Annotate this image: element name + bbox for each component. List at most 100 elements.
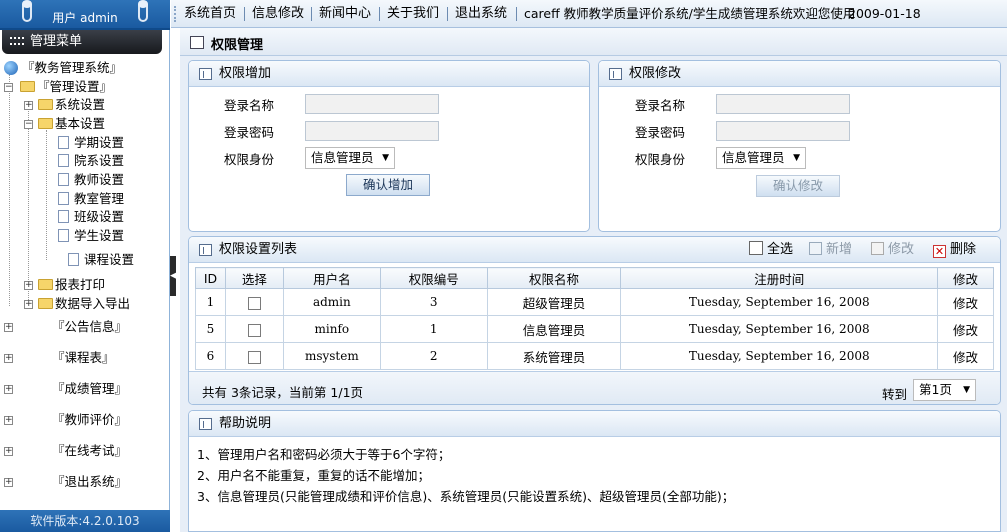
document-icon [58,229,69,242]
expand-icon[interactable]: + [4,447,13,456]
row-checkbox[interactable] [247,296,261,310]
sidebar: 用户 admin 管理菜单 『教务管理系统』 − 『管理设置』 + 系统设置 − 基本… [0,0,170,532]
divider [516,7,517,21]
expand-icon[interactable]: + [4,478,13,487]
sidebar-toggle-button[interactable]: ◀ [170,256,177,296]
cell-role: 信息管理员 [486,315,622,343]
cell-code: 2 [379,342,488,370]
expand-icon[interactable]: + [24,101,33,110]
panel-icon [199,68,212,80]
delete-button[interactable]: ✕ 删除 [933,237,976,263]
printer-icon [38,279,53,290]
divider [244,7,245,21]
edit-login-name-input[interactable] [716,94,850,114]
select-all-toggle[interactable]: 全选 [749,237,793,263]
version-label: 软件版本:4.2.0.103 [0,510,170,532]
tree-item-semester[interactable]: 学期设置 [58,134,124,152]
row-edit-link[interactable]: 修改 [937,288,994,316]
document-icon [58,192,69,205]
add-button[interactable]: 新增 [809,237,852,263]
tree-line [28,108,29,308]
pager-bar: 共有 3条记录，当前第 1/1页 转到 第1页 ▼ [189,371,1000,404]
users-icon [38,298,53,309]
menu-group-label: 『成绩管理』 [52,381,128,396]
user-label: 用户 admin [52,11,118,25]
edit-login-pwd-input[interactable] [716,121,850,141]
edit-icon [871,242,884,255]
pager-summary: 共有 3条记录，当前第 1/1页 [202,385,364,400]
add-icon [809,242,822,255]
tree-item-label: 报表打印 [55,277,106,292]
nav-logout[interactable]: 退出系统 [455,0,507,28]
collapse-icon[interactable]: − [24,120,33,129]
row-checkbox[interactable] [247,350,261,364]
date-text: 2009-01-18 [848,6,921,21]
tree-item-department[interactable]: 院系设置 [58,152,124,170]
help-panel: 帮助说明 1、管理用户名和密码必须大于等于6个字符； 2、用户名不能重复，重复的… [188,410,1001,532]
edit-button[interactable]: 修改 [871,237,914,263]
edit-label: 修改 [888,242,915,257]
col-action: 修改 [937,267,994,289]
expand-icon[interactable]: + [4,416,13,425]
cell-username: admin [282,288,381,316]
tree-item-student[interactable]: 学生设置 [58,227,124,245]
tree-item-class[interactable]: 班级设置 [58,208,124,226]
tree-line [9,74,10,306]
page-select[interactable]: 第1页 ▼ [913,379,976,401]
cell-id: 5 [195,315,226,343]
document-icon [58,136,69,149]
tree-item-course[interactable]: 课程设置 [68,251,134,269]
add-role-select[interactable]: 信息管理员 ▼ [305,147,395,169]
expand-icon[interactable]: + [4,385,13,394]
role-label: 权限身份 [634,152,685,167]
collapse-icon[interactable]: − [4,83,13,92]
app-window: 用户 admin 管理菜单 『教务管理系统』 − 『管理设置』 + 系统设置 − 基本… [0,0,1007,532]
dropdown-arrow-icon: ▼ [793,153,800,163]
goto-label: 转到 [882,387,908,402]
tree-item-teacher[interactable]: 教师设置 [58,171,124,189]
tree-root[interactable]: 『教务管理系统』 [4,59,122,77]
table-row: 5 minfo 1 信息管理员 Tuesday, September 16, 2… [195,315,994,343]
tree-item-label: 院系设置 [74,153,125,168]
row-edit-link[interactable]: 修改 [937,342,994,370]
role-select-value: 信息管理员 [722,150,785,165]
cell-role: 超级管理员 [486,288,622,316]
expand-icon[interactable]: + [24,281,33,290]
edit-confirm-button[interactable]: 确认修改 [756,175,840,197]
add-panel-header: 权限增加 [189,61,589,87]
tree-item-label: 学生设置 [74,228,125,243]
edit-panel: 权限修改 登录名称 登录密码 权限身份 信息管理员 ▼ 确认修改 [598,60,1001,232]
expand-icon[interactable]: + [4,323,13,332]
add-confirm-button[interactable]: 确认增加 [346,174,430,196]
edit-role-select[interactable]: 信息管理员 ▼ [716,147,806,169]
cell-id: 6 [195,342,226,370]
role-select-value: 信息管理员 [311,150,374,165]
document-icon [68,253,79,266]
tree-item-label: 教室管理 [74,191,125,206]
cell-code: 3 [379,288,488,316]
cell-username: minfo [282,315,381,343]
row-checkbox[interactable] [247,323,261,337]
help-panel-title: 帮助说明 [219,416,272,431]
add-panel: 权限增加 登录名称 登录密码 权限身份 信息管理员 ▼ 确认增加 [188,60,590,232]
document-icon [58,210,69,223]
nav-about[interactable]: 关于我们 [387,0,439,28]
add-login-pwd-input[interactable] [305,121,439,141]
welcome-text: careff 教师教学质量评价系统/学生成绩管理系统欢迎您使用 [524,6,856,21]
tree-item-label: 课程设置 [84,252,135,267]
tree-line [46,130,47,260]
nav-home[interactable]: 系统首页 [184,0,236,28]
row-edit-link[interactable]: 修改 [937,315,994,343]
folder-icon [38,99,53,110]
cell-role: 系统管理员 [486,342,622,370]
expand-icon[interactable]: + [24,300,33,309]
tree-item-classroom[interactable]: 教室管理 [58,190,124,208]
nav-news[interactable]: 新闻中心 [319,0,371,28]
delete-label: 删除 [950,242,977,257]
tree-item-label: 教师设置 [74,172,125,187]
nav-profile[interactable]: 信息修改 [252,0,304,28]
add-login-name-input[interactable] [305,94,439,114]
cell-id: 1 [195,288,226,316]
expand-icon[interactable]: + [4,354,13,363]
tree-item-label: 班级设置 [74,209,125,224]
